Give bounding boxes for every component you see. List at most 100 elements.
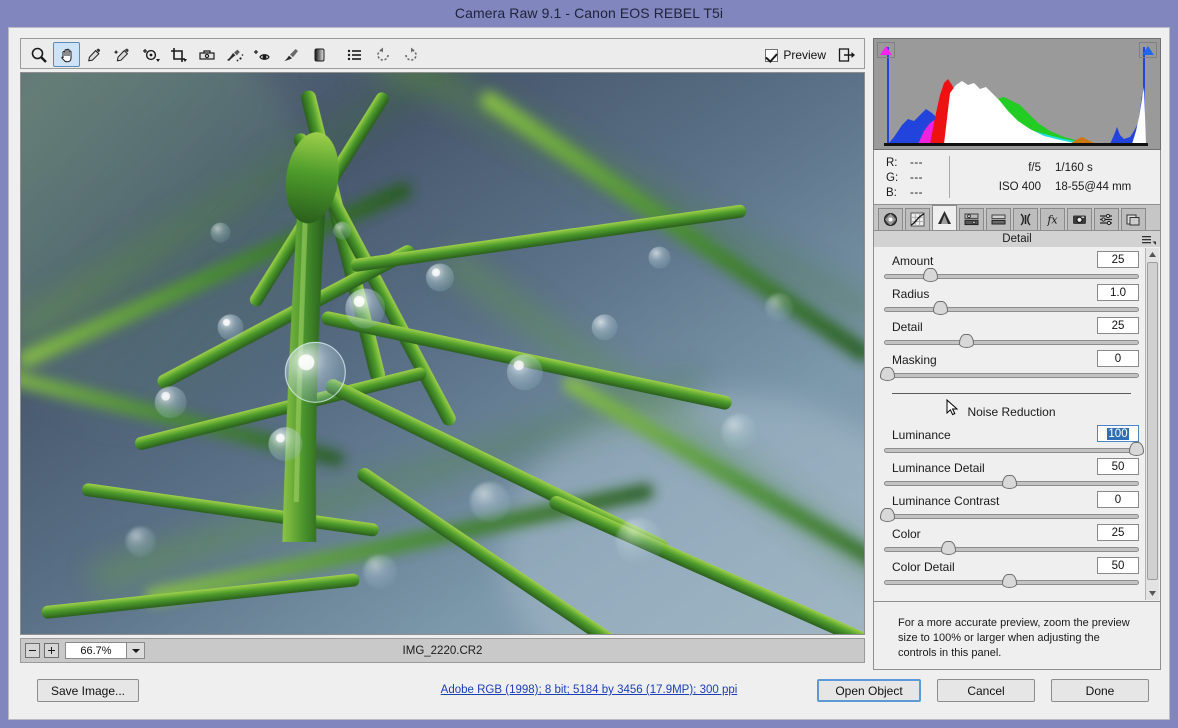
rotate-left-tool[interactable] [369,42,396,67]
color-sampler-tool[interactable] [109,42,136,67]
slider-label-radius: Radius [892,287,929,301]
slider-knob-radius[interactable] [933,301,948,315]
filename-label: IMG_2220.CR2 [21,645,864,657]
rgb-label-g: G: [886,172,902,184]
section-divider [892,393,1131,394]
slider-knob-amount[interactable] [923,268,938,282]
histogram-plot [874,39,1161,150]
toggle-fullscreen-icon[interactable] [836,45,858,65]
slider-track-masking[interactable] [884,373,1139,378]
slider-value-luminance[interactable]: 100 [1097,425,1139,442]
slider-color-detail: Color Detail 50 [884,559,1139,592]
tab-basic[interactable] [878,208,903,230]
slider-label-luminance-contrast: Luminance Contrast [892,494,999,508]
white-balance-tool[interactable] [81,42,108,67]
image-preview[interactable] [20,72,865,635]
straighten-tool[interactable] [193,42,220,67]
exif-readout: f/5 1/160 s ISO 400 18-55@44 mm [969,158,1154,196]
noise-reduction-divider-wrap [884,385,1139,399]
slider-luminance: Luminance 100 [884,427,1139,460]
rgb-label-b: B: [886,187,902,199]
adjustment-brush-tool[interactable] [277,42,304,67]
slider-track-luminance-contrast[interactable] [884,514,1139,519]
slider-amount: Amount 25 [884,253,1139,286]
footer-bar: Save Image... Adobe RGB (1998); 8 bit; 5… [9,669,1169,719]
spot-removal-tool[interactable] [221,42,248,67]
targeted-adjustment-tool[interactable] [137,42,164,67]
panel-help-text: For a more accurate preview, zoom the pr… [873,602,1161,670]
tab-tone-curve[interactable] [905,208,930,230]
slider-value-amount[interactable]: 25 [1097,251,1139,268]
slider-luminance-contrast: Luminance Contrast 0 [884,493,1139,526]
tab-lens-corrections[interactable] [1013,208,1038,230]
open-object-button[interactable]: Open Object [817,679,921,702]
slider-track-luminance[interactable] [884,448,1139,453]
zoom-tool[interactable] [25,42,52,67]
shutter-value: 1/160 s [1055,162,1093,174]
slider-radius: Radius 1.0 [884,286,1139,319]
camera-raw-window: Camera Raw 9.1 - Canon EOS REBEL T5i [0,0,1178,728]
slider-knob-luminance-contrast[interactable] [880,508,895,522]
slider-knob-color-detail[interactable] [1002,574,1017,588]
slider-value-color[interactable]: 25 [1097,524,1139,541]
rgb-row-r: R: --- [886,155,923,170]
tab-presets[interactable] [1094,208,1119,230]
scroll-up-arrow-icon[interactable] [1146,248,1159,261]
slider-knob-detail[interactable] [959,334,974,348]
rgb-value-g: --- [910,172,923,184]
slider-value-radius[interactable]: 1.0 [1097,284,1139,301]
highlight-clipping-indicator[interactable] [1139,42,1157,58]
rotate-right-tool[interactable] [397,42,424,67]
slider-luminance-detail: Luminance Detail 50 [884,460,1139,493]
scroll-down-arrow-icon[interactable] [1146,587,1159,600]
slider-knob-luminance[interactable] [1129,442,1144,456]
slider-value-color-detail[interactable]: 50 [1097,557,1139,574]
shadow-clipping-indicator[interactable] [877,42,895,58]
done-button[interactable]: Done [1051,679,1149,702]
slider-label-amount: Amount [892,254,933,268]
cancel-button[interactable]: Cancel [937,679,1035,702]
slider-track-color[interactable] [884,547,1139,552]
slider-track-radius[interactable] [884,307,1139,312]
scrollbar-thumb[interactable] [1147,262,1158,580]
graduated-filter-tool[interactable] [305,42,332,67]
tab-effects[interactable]: fx [1040,208,1065,230]
tool-group [25,41,425,68]
slider-value-detail[interactable]: 25 [1097,317,1139,334]
slider-label-color-detail: Color Detail [892,560,955,574]
hand-tool[interactable] [53,42,80,67]
svg-text:fx: fx [1046,214,1058,227]
adjustments-pane: R: --- G: --- B: --- f/5 [873,38,1161,663]
slider-knob-color[interactable] [941,541,956,555]
rgb-row-g: G: --- [886,170,923,185]
slider-value-masking[interactable]: 0 [1097,350,1139,367]
status-bar: 66.7% IMG_2220.CR2 [20,638,865,663]
slider-label-detail: Detail [892,320,923,334]
info-divider [949,156,950,198]
exif-row-exposure: f/5 1/160 s [969,158,1154,177]
tab-split-toning[interactable] [986,208,1011,230]
tab-hsl-grayscale[interactable] [959,208,984,230]
rgb-row-b: B: --- [886,185,923,200]
rgb-value-r: --- [910,157,923,169]
tab-detail[interactable] [932,205,957,230]
slider-knob-masking[interactable] [880,367,895,381]
slider-value-luminance-contrast[interactable]: 0 [1097,491,1139,508]
tab-camera-calibration[interactable] [1067,208,1092,230]
tab-snapshots[interactable] [1121,208,1146,230]
slider-detail: Detail 25 [884,319,1139,352]
red-eye-removal-tool[interactable] [249,42,276,67]
slider-value-luminance-detail[interactable]: 50 [1097,458,1139,475]
panel-header: Detail [873,231,1161,247]
slider-label-luminance-detail: Luminance Detail [892,461,985,475]
crop-tool[interactable] [165,42,192,67]
slider-label-color: Color [892,527,921,541]
window-client-area: Preview [8,27,1170,720]
preview-checkbox[interactable] [765,49,778,62]
panel-scrollbar[interactable] [1145,248,1159,600]
slider-track-detail[interactable] [884,340,1139,345]
slider-label-masking: Masking [892,353,937,367]
preview-toggle-group: Preview [765,45,858,65]
presets-tool[interactable] [341,42,368,67]
slider-knob-luminance-detail[interactable] [1002,475,1017,489]
